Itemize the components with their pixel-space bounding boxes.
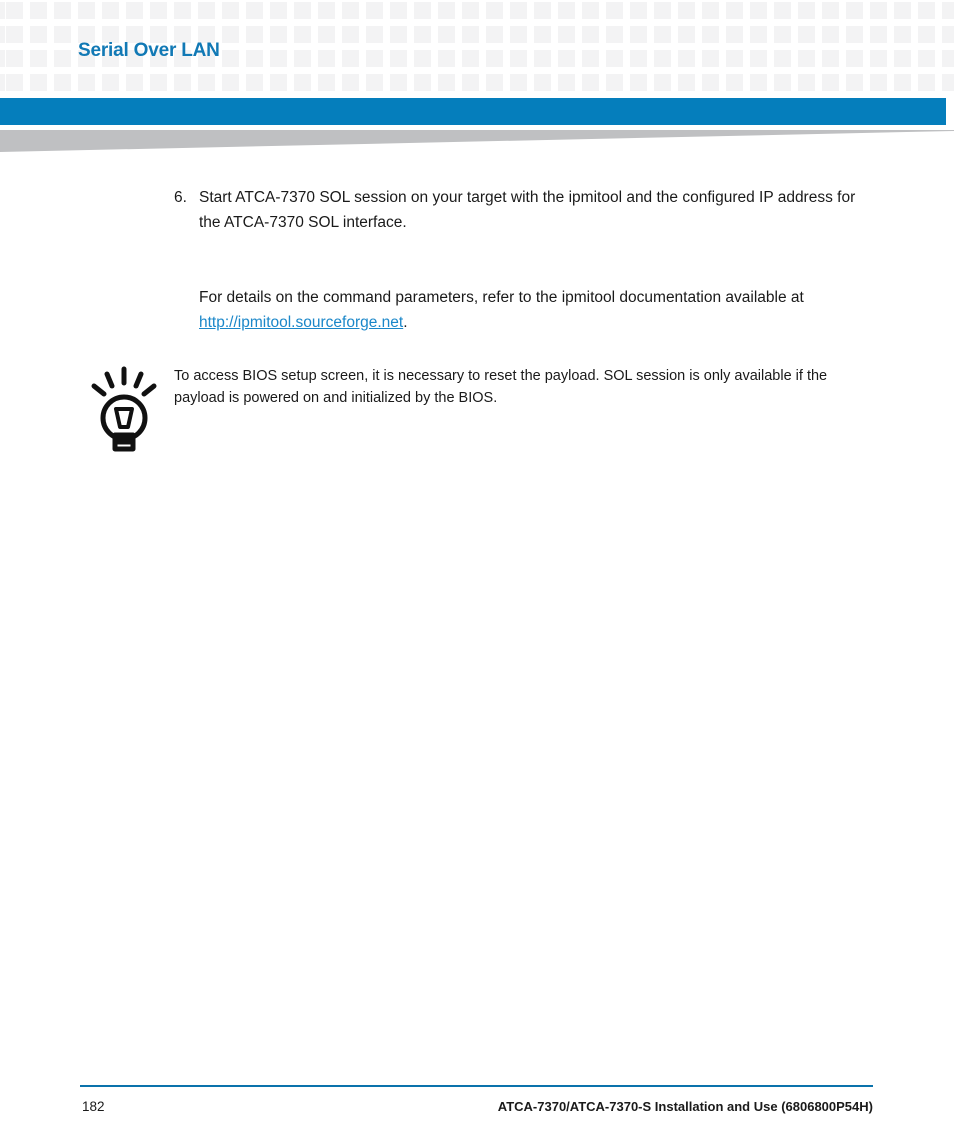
step-text: Start ATCA-7370 SOL session on your targ… [199,189,856,231]
page-title: Serial Over LAN [78,40,220,61]
page-footer: 182 ATCA-7370/ATCA-7370-S Installation a… [0,1085,954,1145]
numbered-step-6: 6. Start ATCA-7370 SOL session on your t… [174,185,874,235]
page-header: Serial Over LAN [0,0,954,92]
tip-text: To access BIOS setup screen, it is neces… [174,368,828,406]
paragraph-trailing-period: . [403,314,408,331]
header-gray-wedge [0,130,954,156]
step-number: 6. [174,189,187,206]
step-detail-paragraph: For details on the command parameters, r… [199,285,879,335]
paragraph-lead-text: For details on the command parameters, r… [199,289,804,306]
ipmitool-documentation-link[interactable]: http://ipmitool.sourceforge.net [199,314,403,331]
footer-document-title: ATCA-7370/ATCA-7370-S Installation and U… [497,1099,873,1114]
lightbulb-icon [88,365,160,461]
header-accent-bar [0,98,946,125]
footer-divider [80,1085,873,1087]
